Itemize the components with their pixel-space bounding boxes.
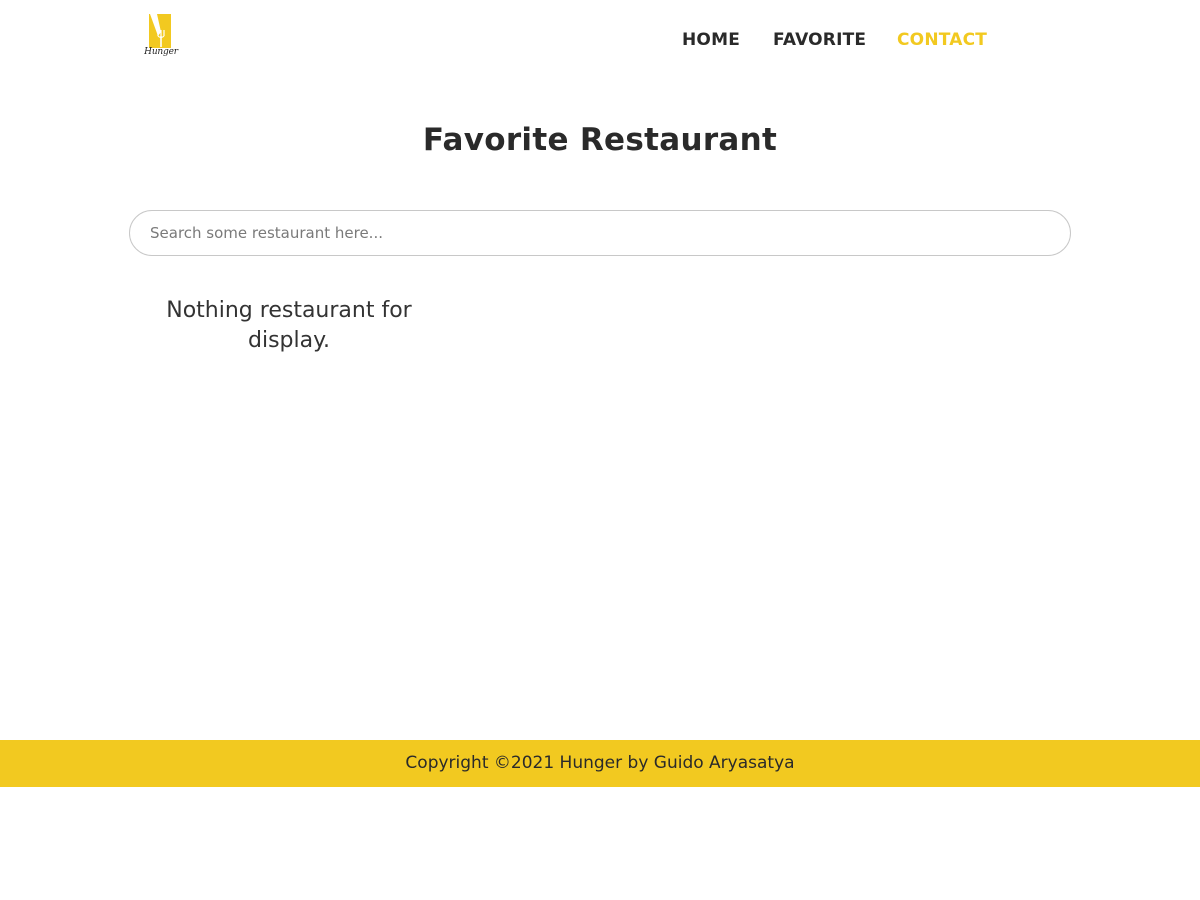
- empty-state-message: Nothing restaurant for display.: [166, 298, 412, 353]
- main-nav: HOME FAVORITE CONTACT: [0, 28, 1200, 52]
- nav-contact-link[interactable]: CONTACT: [897, 28, 987, 52]
- site-footer: Copyright ©2021 Hunger by Guido Aryasaty…: [0, 740, 1200, 787]
- site-header: Hunger HOME FAVORITE CONTACT: [0, 0, 1200, 80]
- page-title: Favorite Restaurant: [422, 122, 778, 158]
- search-input[interactable]: [129, 210, 1071, 256]
- copyright-text: Copyright ©2021 Hunger by Guido Aryasaty…: [405, 753, 795, 773]
- search-bar: [129, 210, 1071, 256]
- nav-favorite-link[interactable]: FAVORITE: [773, 28, 866, 52]
- nav-home-link[interactable]: HOME: [682, 28, 740, 52]
